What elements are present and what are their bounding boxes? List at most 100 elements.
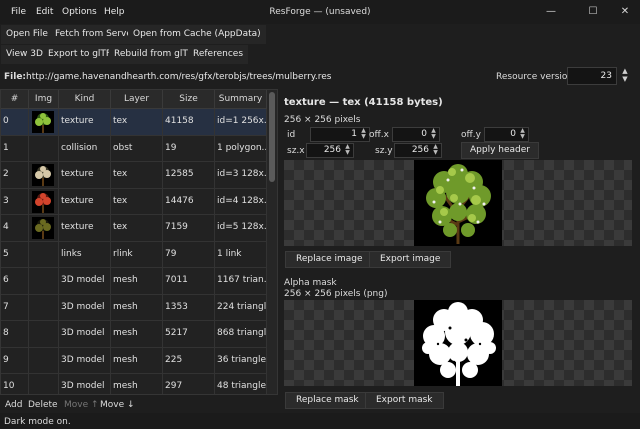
cell-size: 297: [163, 374, 215, 394]
move-up-button[interactable]: Move ↑: [64, 400, 99, 410]
open-file-button[interactable]: Open File: [1, 25, 53, 44]
export-gltf-button[interactable]: Export to glTF: [43, 45, 117, 64]
view-3d-button[interactable]: View 3D: [1, 45, 48, 64]
col-header-index[interactable]: #: [1, 90, 29, 109]
export-mask-button[interactable]: Export mask: [365, 392, 444, 409]
szx-value: 256: [323, 145, 341, 155]
cell-layer: mesh: [111, 347, 163, 373]
move-down-button[interactable]: Move ↓: [100, 400, 135, 410]
stepper-icon[interactable]: ▲ ▼: [343, 144, 352, 156]
cell-kind: 3D model: [59, 321, 111, 347]
mask-preview: [284, 300, 632, 386]
id-input[interactable]: 1 ▲ ▼: [310, 127, 370, 142]
texture-thumbnail-icon: [32, 217, 54, 239]
cell-index: 5: [1, 241, 29, 267]
id-value: 1: [351, 129, 357, 139]
table-row[interactable]: 6 3D model mesh 7011 1167 trian...: [1, 268, 267, 295]
replace-image-button[interactable]: Replace image: [285, 251, 374, 268]
stepper-icon[interactable]: ▲ ▼: [429, 128, 438, 140]
cell-layer: obst: [111, 135, 163, 161]
cell-size: 7159: [163, 215, 215, 241]
szx-input[interactable]: 256 ▲ ▼: [306, 143, 354, 158]
cell-index: 1: [1, 135, 29, 161]
cell-summary: 868 triangl...: [215, 321, 267, 347]
image-dimensions: 256 × 256 pixels: [284, 115, 361, 125]
cell-size: 7011: [163, 268, 215, 294]
cell-kind: collision: [59, 135, 111, 161]
resource-table[interactable]: # Img Kind Layer Size Summary 0 texture te…: [0, 89, 278, 395]
mask-image: [414, 300, 502, 386]
close-icon[interactable]: ✕: [614, 4, 636, 20]
texture-thumbnail-icon: [32, 111, 54, 133]
rebuild-gltf-button[interactable]: Rebuild from glTF: [109, 45, 199, 64]
cell-layer: mesh: [111, 321, 163, 347]
cell-img: [29, 321, 59, 347]
table-row[interactable]: 10 3D model mesh 297 48 triangles: [1, 374, 267, 394]
cell-summary: 48 triangles: [215, 374, 267, 394]
cell-index: 3: [1, 188, 29, 214]
szy-input[interactable]: 256 ▲ ▼: [394, 143, 442, 158]
cell-summary: id=5 128x...: [215, 215, 267, 241]
table-row[interactable]: 3 texture tex 14476 id=4 128x...: [1, 188, 267, 215]
cell-summary: id=4 128x...: [215, 188, 267, 214]
cell-index: 7: [1, 294, 29, 320]
col-header-summary[interactable]: Summary: [215, 90, 267, 109]
table-row[interactable]: 4 texture tex 7159 id=5 128x...: [1, 215, 267, 242]
delete-button[interactable]: Delete: [28, 400, 58, 410]
table-row[interactable]: 1 collision obst 19 1 polygon...: [1, 135, 267, 162]
stepper-icon[interactable]: ▲ ▼: [431, 144, 440, 156]
table-row[interactable]: 5 links rlink 79 1 link: [1, 241, 267, 268]
cell-kind: texture: [59, 188, 111, 214]
alpha-mask-title: Alpha mask: [284, 278, 337, 288]
cell-img: [29, 294, 59, 320]
export-image-button[interactable]: Export image: [369, 251, 452, 268]
cell-summary: id=3 128x...: [215, 162, 267, 188]
cell-layer: mesh: [111, 294, 163, 320]
tree-mask-icon: [422, 302, 496, 386]
cell-img: [29, 109, 59, 135]
col-header-kind[interactable]: Kind: [59, 90, 111, 109]
cell-summary: 36 triangles: [215, 347, 267, 373]
offy-input[interactable]: 0 ▲ ▼: [484, 127, 529, 142]
version-stepper-icon[interactable]: ▲ ▼: [619, 67, 631, 85]
offy-value: 0: [510, 129, 516, 139]
table-row[interactable]: 9 3D model mesh 225 36 triangles: [1, 347, 267, 374]
szy-value: 256: [411, 145, 429, 155]
references-button[interactable]: References: [188, 45, 249, 64]
file-path[interactable]: http://game.havenandhearth.com/res/gfx/t…: [26, 72, 331, 82]
open-from-cache-button[interactable]: Open from Cache (AppData): [128, 25, 266, 44]
stepper-icon[interactable]: ▲ ▼: [518, 128, 527, 140]
table-row[interactable]: 0 texture tex 41158 id=1 256x...: [1, 109, 267, 136]
replace-mask-button[interactable]: Replace mask: [285, 392, 370, 409]
apply-header-button[interactable]: Apply header: [461, 142, 539, 159]
cell-size: 12585: [163, 162, 215, 188]
cell-size: 225: [163, 347, 215, 373]
cell-kind: links: [59, 241, 111, 267]
resource-version-label: Resource version:: [496, 72, 577, 82]
offy-label: off.y: [461, 130, 481, 140]
col-header-layer[interactable]: Layer: [111, 90, 163, 109]
cell-size: 41158: [163, 109, 215, 135]
cell-kind: texture: [59, 109, 111, 135]
cell-summary: 1 polygon...: [215, 135, 267, 161]
cell-kind: 3D model: [59, 374, 111, 394]
add-button[interactable]: Add: [5, 400, 22, 410]
offx-input[interactable]: 0 ▲ ▼: [392, 127, 440, 142]
table-scroll-thumb[interactable]: [269, 92, 275, 182]
col-header-size[interactable]: Size: [163, 90, 215, 109]
cell-index: 8: [1, 321, 29, 347]
resource-version-input[interactable]: 23: [567, 67, 617, 85]
cell-index: 9: [1, 347, 29, 373]
fetch-from-server-button[interactable]: Fetch from Server: [50, 25, 141, 44]
table-row[interactable]: 8 3D modelmesh5217868 triangl...: [1, 321, 267, 348]
stepper-icon[interactable]: ▲ ▼: [359, 128, 368, 140]
offx-value: 0: [421, 129, 427, 139]
cell-index: 0: [1, 109, 29, 135]
minimize-icon[interactable]: —: [540, 4, 562, 20]
table-row[interactable]: 7 3D modelmesh1353224 triangl...: [1, 294, 267, 321]
cell-layer: mesh: [111, 268, 163, 294]
col-header-img[interactable]: Img: [29, 90, 59, 109]
maximize-icon[interactable]: ☐: [582, 4, 604, 20]
tree-texture-icon: [426, 164, 491, 244]
table-row[interactable]: 2 texture tex 12585 id=3 128x...: [1, 162, 267, 189]
